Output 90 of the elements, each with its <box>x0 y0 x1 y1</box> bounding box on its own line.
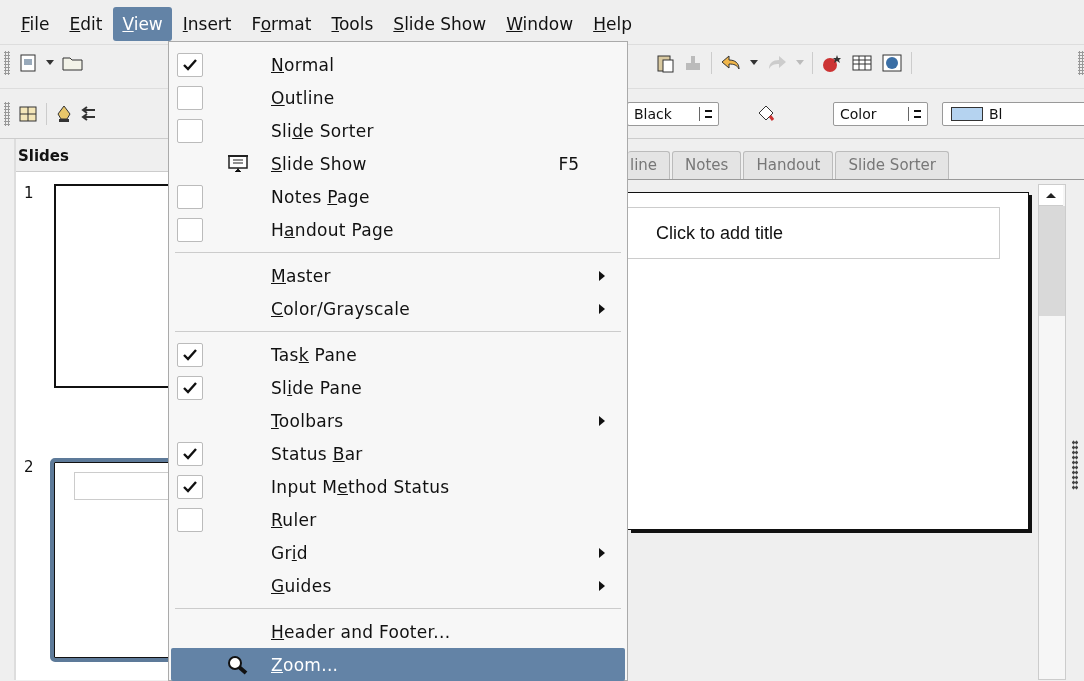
menu-item[interactable]: Color/Grayscale <box>171 292 625 325</box>
menu-bar-item[interactable]: Tools <box>322 7 383 41</box>
scrollbar-thumb[interactable] <box>1039 206 1065 316</box>
checkbox[interactable] <box>177 85 203 110</box>
checkbox[interactable] <box>177 217 203 242</box>
line-color-combo[interactable]: Black <box>627 101 719 126</box>
menu-item[interactable]: Guides <box>171 569 625 602</box>
checkmark-icon <box>182 479 198 494</box>
toolbar-grip[interactable] <box>4 50 10 75</box>
vertical-scrollbar[interactable] <box>1038 184 1066 680</box>
search-icon <box>227 654 249 675</box>
menu-item[interactable]: Ruler <box>171 503 625 536</box>
checkbox[interactable] <box>177 52 203 77</box>
menu-item-label: Color/Grayscale <box>271 298 412 319</box>
menu-item-label: Slide Show <box>271 153 368 174</box>
area-style-combo[interactable]: Color <box>833 101 928 126</box>
menu-item-label: Header and Footer... <box>271 621 452 642</box>
fill-color-combo[interactable]: Bl <box>942 101 1084 126</box>
splitter-handle[interactable] <box>1072 440 1078 490</box>
menu-bar-item[interactable]: Help <box>584 7 641 41</box>
menu-item-label: Handout Page <box>271 219 395 240</box>
checkbox[interactable] <box>177 184 203 209</box>
view-tab[interactable]: Handout <box>743 151 834 179</box>
table-icon[interactable] <box>851 53 873 72</box>
menu-bar-item[interactable]: Format <box>242 7 321 41</box>
menu-item[interactable]: Notes Page <box>171 180 625 213</box>
title-placeholder[interactable]: Click to add title <box>628 207 1000 259</box>
menu-item[interactable]: Status Bar <box>171 437 625 470</box>
slide-number: 1 <box>24 184 34 204</box>
menu-item-label: Guides <box>271 575 333 596</box>
presentation-screen-icon <box>227 153 249 174</box>
view-tab[interactable]: line <box>628 151 671 179</box>
checkbox[interactable] <box>177 375 203 400</box>
menu-item-label: Zoom... <box>271 654 340 675</box>
checkbox[interactable] <box>177 118 203 143</box>
document-icon[interactable] <box>18 52 38 73</box>
menu-item-label: Master <box>271 265 332 286</box>
shortcut-text: F5 <box>558 153 579 174</box>
menu-item[interactable]: Toolbars <box>171 404 625 437</box>
menu-item-label: Notes Page <box>271 186 371 207</box>
menu-bar-item[interactable]: Edit <box>60 7 112 41</box>
dropdown-arrow-icon[interactable] <box>750 59 758 66</box>
checkmark-icon <box>182 347 198 362</box>
menu-bar-item[interactable]: File <box>12 7 59 41</box>
menu-item[interactable]: Slide Sorter <box>171 114 625 147</box>
checkmark-icon <box>182 57 198 72</box>
menu-bar-item[interactable]: Slide Show <box>384 7 496 41</box>
checkbox[interactable] <box>177 441 203 466</box>
checkbox[interactable] <box>177 507 203 532</box>
checkbox[interactable] <box>177 474 203 499</box>
menu-item-label: Normal <box>271 54 336 75</box>
checkmark-icon <box>182 380 198 395</box>
menu-item[interactable]: Normal <box>171 48 625 81</box>
menu-item[interactable]: Grid <box>171 536 625 569</box>
dropdown-arrow-icon[interactable] <box>46 59 54 66</box>
checkbox[interactable] <box>177 342 203 367</box>
menu-bar-item[interactable]: Window <box>497 7 583 41</box>
menu-item[interactable]: Task Pane <box>171 338 625 371</box>
menu-item-label: Ruler <box>271 509 318 530</box>
menu-item-label: Status Bar <box>271 443 364 464</box>
menu-item[interactable]: Header and Footer... <box>171 615 625 648</box>
clipboard-icon[interactable] <box>655 52 675 73</box>
toolbar-grip[interactable] <box>4 101 10 126</box>
menu-item[interactable]: Sl ide Pane <box>171 371 625 404</box>
menu-item[interactable]: Outline <box>171 81 625 114</box>
menu-item-label: Toolbars <box>271 410 345 431</box>
toolbar-grip[interactable] <box>1078 50 1084 75</box>
menu-item[interactable]: Handout Page <box>171 213 625 246</box>
menu-item[interactable]: Slide Show F5 <box>171 147 625 180</box>
menu-item-label: Outline <box>271 87 336 108</box>
color-swatch <box>951 106 983 121</box>
slide-number: 2 <box>24 458 34 478</box>
grid-icon[interactable] <box>18 103 38 124</box>
pen-icon[interactable] <box>55 103 73 124</box>
menu-item-label: Input Method Status <box>271 476 451 497</box>
view-tab[interactable]: Slide Sorter <box>835 151 949 179</box>
menu-item[interactable]: Input Method Status <box>171 470 625 503</box>
menu-item[interactable]: Master <box>171 259 625 292</box>
pane-title: Slides <box>17 146 70 167</box>
menu-item-label: Slide Sorter <box>271 120 375 141</box>
menu-bar-item[interactable]: Insert <box>173 7 241 41</box>
menu-bar-item[interactable]: View <box>113 7 172 41</box>
slide-canvas[interactable]: Click to add title <box>628 192 1029 530</box>
checkmark-icon <box>182 446 198 461</box>
view-tab[interactable]: Notes <box>672 151 742 179</box>
arrows-icon[interactable] <box>81 103 95 124</box>
menu-item[interactable]: Zoom... <box>171 648 625 681</box>
menu-item-label: Sl ide Pane <box>271 377 364 398</box>
menu-item-label: Task Pane <box>271 344 358 365</box>
menu-item-label: Grid <box>271 542 309 563</box>
